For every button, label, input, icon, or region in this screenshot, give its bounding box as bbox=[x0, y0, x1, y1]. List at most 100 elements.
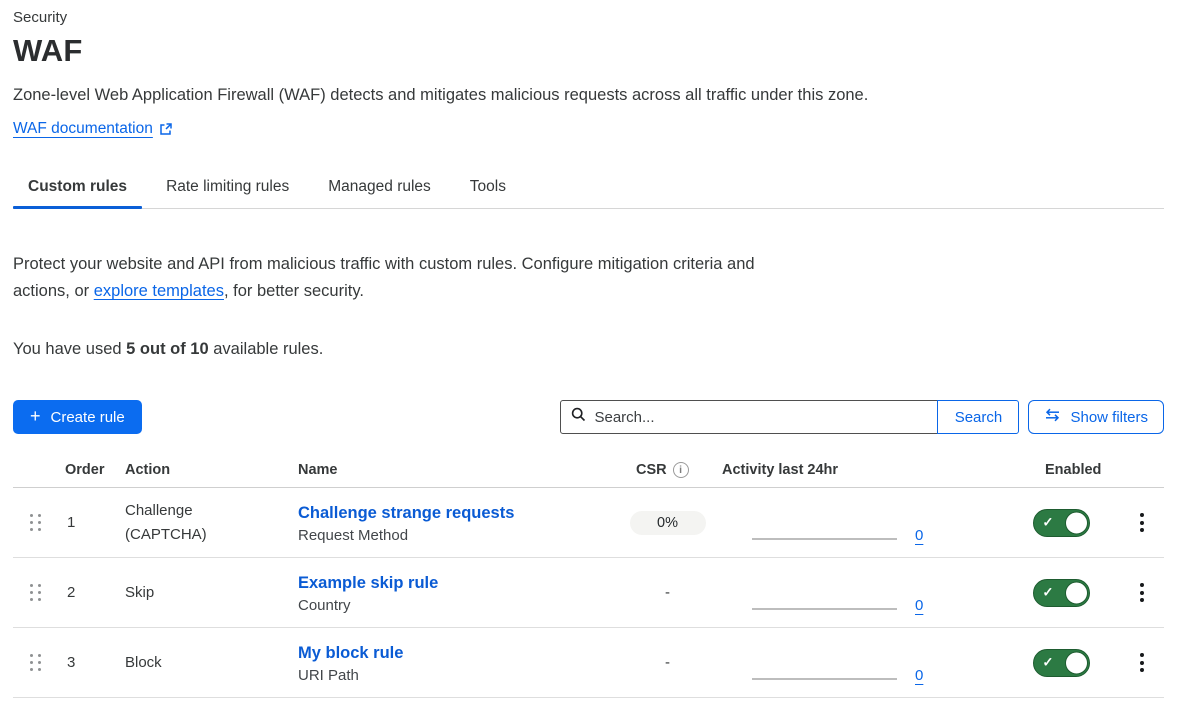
activity-sparkline bbox=[752, 538, 897, 540]
col-header-action: Action bbox=[118, 462, 290, 478]
csr-value: - bbox=[665, 654, 670, 671]
tab-tools[interactable]: Tools bbox=[455, 169, 521, 208]
explore-templates-link[interactable]: explore templates bbox=[94, 282, 224, 300]
col-header-enabled: Enabled bbox=[1000, 462, 1120, 478]
toggle-knob bbox=[1065, 511, 1088, 534]
usage-count: 5 out of 10 bbox=[126, 340, 209, 358]
rule-name-link[interactable]: Challenge strange requests bbox=[298, 502, 625, 524]
waf-documentation-link[interactable]: WAF documentation bbox=[13, 120, 173, 138]
enabled-cell: ✓ bbox=[1000, 579, 1120, 607]
enabled-cell: ✓ bbox=[1000, 509, 1120, 537]
enabled-toggle[interactable]: ✓ bbox=[1033, 579, 1090, 607]
plus-icon: + bbox=[30, 407, 41, 425]
csr-cell: 0% bbox=[625, 511, 710, 535]
rule-action: Challenge (CAPTCHA) bbox=[118, 499, 290, 547]
drag-handle-icon bbox=[30, 514, 41, 531]
activity-count-link[interactable]: 0 bbox=[915, 597, 923, 614]
waf-tabs: Custom rules Rate limiting rules Managed… bbox=[13, 169, 1164, 209]
enabled-cell: ✓ bbox=[1000, 649, 1120, 677]
tab-rate-limiting-rules[interactable]: Rate limiting rules bbox=[151, 169, 304, 208]
rule-action: Skip bbox=[118, 581, 290, 605]
table-row: 1 Challenge (CAPTCHA) Challenge strange … bbox=[13, 488, 1164, 558]
activity-cell: 0 bbox=[710, 641, 1000, 685]
kebab-icon bbox=[1136, 509, 1148, 536]
rules-toolbar: + Create rule Search bbox=[13, 400, 1164, 434]
activity-cell: 0 bbox=[710, 571, 1000, 615]
custom-rules-table: Order Action Name CSR i Activity last 24… bbox=[13, 462, 1164, 698]
rule-field: Country bbox=[298, 597, 625, 614]
rule-order: 2 bbox=[58, 584, 118, 601]
rule-name-link[interactable]: Example skip rule bbox=[298, 572, 625, 594]
col-header-csr: CSR i bbox=[625, 462, 710, 478]
enabled-toggle[interactable]: ✓ bbox=[1033, 509, 1090, 537]
toggle-check-icon: ✓ bbox=[1043, 654, 1054, 670]
usage-suffix: available rules. bbox=[209, 340, 324, 358]
drag-handle[interactable] bbox=[13, 654, 58, 671]
kebab-icon bbox=[1136, 579, 1148, 606]
rule-order: 3 bbox=[58, 654, 118, 671]
rule-action-main: Skip bbox=[125, 581, 290, 605]
rule-name-cell: My block rule URI Path bbox=[290, 642, 625, 684]
col-header-name: Name bbox=[290, 462, 625, 478]
custom-rules-intro: Protect your website and API from malici… bbox=[13, 251, 755, 305]
col-header-activity: Activity last 24hr bbox=[710, 462, 1000, 478]
rule-name-cell: Challenge strange requests Request Metho… bbox=[290, 502, 625, 544]
rules-usage-text: You have used 5 out of 10 available rule… bbox=[13, 340, 1164, 359]
csr-info-icon[interactable]: i bbox=[673, 462, 689, 478]
tab-managed-rules[interactable]: Managed rules bbox=[313, 169, 446, 208]
create-rule-label: Create rule bbox=[51, 409, 125, 426]
search-group: Search bbox=[560, 400, 1019, 434]
rule-action-sub: (CAPTCHA) bbox=[125, 523, 290, 547]
toggle-check-icon: ✓ bbox=[1043, 514, 1054, 530]
toggle-check-icon: ✓ bbox=[1043, 584, 1054, 600]
col-header-order: Order bbox=[58, 462, 118, 478]
search-button[interactable]: Search bbox=[937, 400, 1019, 434]
rule-name-cell: Example skip rule Country bbox=[290, 572, 625, 614]
drag-handle[interactable] bbox=[13, 514, 58, 531]
rule-action-main: Block bbox=[125, 651, 290, 675]
rule-name-link[interactable]: My block rule bbox=[298, 642, 625, 664]
intro-text-after: , for better security. bbox=[224, 282, 364, 300]
drag-handle[interactable] bbox=[13, 584, 58, 601]
show-filters-label: Show filters bbox=[1070, 409, 1148, 426]
activity-count-link[interactable]: 0 bbox=[915, 667, 923, 684]
tab-custom-rules[interactable]: Custom rules bbox=[13, 169, 142, 208]
page-title: WAF bbox=[13, 33, 1164, 69]
search-box bbox=[560, 400, 938, 434]
csr-cell: - bbox=[625, 584, 710, 601]
waf-page: Security WAF Zone-level Web Application … bbox=[0, 9, 1177, 698]
search-icon bbox=[571, 407, 586, 427]
table-row: 2 Skip Example skip rule Country - 0 ✓ bbox=[13, 558, 1164, 628]
search-input[interactable] bbox=[594, 409, 927, 426]
csr-badge: 0% bbox=[630, 511, 706, 535]
row-menu-button[interactable] bbox=[1120, 649, 1164, 676]
row-menu-button[interactable] bbox=[1120, 579, 1164, 606]
show-filters-button[interactable]: Show filters bbox=[1028, 400, 1164, 434]
toggle-knob bbox=[1065, 581, 1088, 604]
csr-header-label: CSR bbox=[636, 462, 667, 478]
drag-handle-icon bbox=[30, 654, 41, 671]
activity-sparkline bbox=[752, 678, 897, 680]
table-row: 3 Block My block rule URI Path - 0 ✓ bbox=[13, 628, 1164, 698]
usage-prefix: You have used bbox=[13, 340, 126, 358]
create-rule-button[interactable]: + Create rule bbox=[13, 400, 142, 434]
activity-cell: 0 bbox=[710, 501, 1000, 545]
rule-field: URI Path bbox=[298, 667, 625, 684]
rule-action: Block bbox=[118, 651, 290, 675]
rule-order: 1 bbox=[58, 514, 118, 531]
rule-field: Request Method bbox=[298, 527, 625, 544]
row-menu-button[interactable] bbox=[1120, 509, 1164, 536]
page-description: Zone-level Web Application Firewall (WAF… bbox=[13, 86, 1164, 105]
toggle-knob bbox=[1065, 651, 1088, 674]
csr-cell: - bbox=[625, 654, 710, 671]
rule-action-main: Challenge bbox=[125, 499, 290, 523]
activity-sparkline bbox=[752, 608, 897, 610]
breadcrumb: Security bbox=[13, 9, 1164, 26]
kebab-icon bbox=[1136, 649, 1148, 676]
doc-link-label: WAF documentation bbox=[13, 120, 153, 138]
activity-count-link[interactable]: 0 bbox=[915, 527, 923, 544]
enabled-toggle[interactable]: ✓ bbox=[1033, 649, 1090, 677]
external-link-icon bbox=[159, 122, 173, 136]
drag-handle-icon bbox=[30, 584, 41, 601]
csr-value: - bbox=[665, 584, 670, 601]
